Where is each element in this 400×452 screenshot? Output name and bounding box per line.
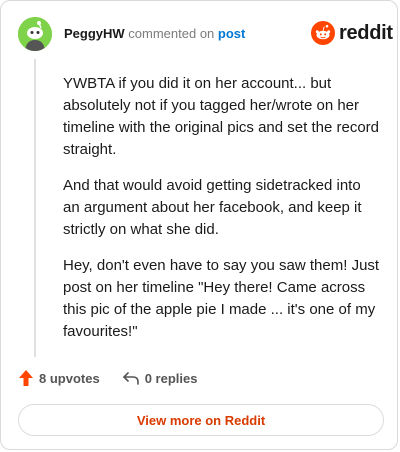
comment-paragraph: Hey, don't even have to say you saw them… bbox=[63, 257, 380, 340]
reply-button[interactable]: 0 replies bbox=[122, 370, 198, 386]
reddit-alien-icon bbox=[311, 21, 335, 45]
comment-body: YWBTA if you did it on her account... bu… bbox=[63, 73, 381, 357]
username[interactable]: PeggyHW bbox=[64, 26, 125, 41]
commented-on-text: commented on bbox=[128, 26, 215, 41]
reply-count: 0 replies bbox=[144, 370, 198, 386]
comment-header: PeggyHW commented on post bbox=[64, 26, 245, 42]
reddit-logo[interactable]: reddit bbox=[311, 21, 393, 45]
reddit-wordmark: reddit bbox=[339, 21, 393, 44]
thread-line bbox=[34, 59, 36, 357]
upvote-arrow-icon bbox=[19, 370, 33, 386]
comment-paragraph: YWBTA if you did it on her account... bu… bbox=[63, 75, 379, 158]
snoo-avatar-icon bbox=[18, 17, 52, 51]
post-link[interactable]: post bbox=[218, 26, 245, 41]
avatar[interactable] bbox=[18, 17, 52, 51]
view-more-button[interactable]: View more on Reddit bbox=[18, 404, 384, 436]
comment-card: PeggyHW commented on post reddit YWBTA i… bbox=[0, 0, 398, 450]
comment-actions: 8 upvotes 0 replies bbox=[18, 369, 219, 387]
upvote-button[interactable]: 8 upvotes bbox=[18, 369, 100, 387]
comment-paragraph: And that would avoid getting sidetracked… bbox=[63, 177, 362, 238]
upvote-count: 8 upvotes bbox=[39, 370, 100, 386]
reply-arrow-icon bbox=[122, 372, 139, 385]
